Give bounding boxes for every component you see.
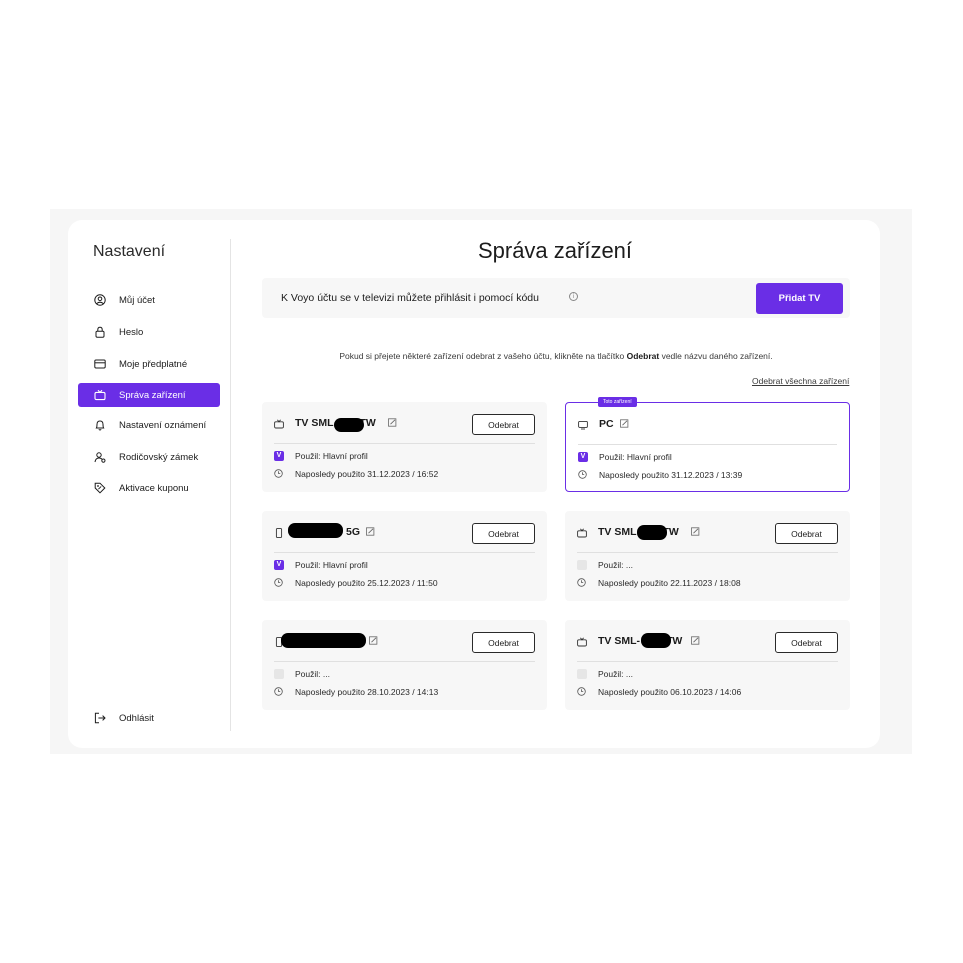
profile-text: Použil: ... xyxy=(295,669,330,679)
profile-text: Použil: Hlavní profil xyxy=(295,560,368,570)
tv-icon xyxy=(577,528,587,538)
card-divider xyxy=(274,661,535,662)
current-device-badge: Toto zařízení xyxy=(598,397,637,407)
clock-icon xyxy=(577,687,586,696)
user-circle-icon xyxy=(94,294,106,306)
sidebar-item-label: Moje předplatné xyxy=(119,358,188,370)
last-used-text: Naposledy použito 31.12.2023 / 13:39 xyxy=(599,470,743,480)
device-card-current: Toto zařízení PC V Použil: Hlavní profil… xyxy=(565,397,850,492)
tv-icon xyxy=(94,389,106,401)
profile-text: Použil: Hlavní profil xyxy=(295,451,368,461)
edit-icon[interactable] xyxy=(691,636,700,645)
device-name: PC xyxy=(599,418,614,430)
card-divider xyxy=(578,444,837,445)
last-used-text: Naposledy použito 22.11.2023 / 18:08 xyxy=(598,578,741,588)
monitor-icon xyxy=(578,420,588,430)
edit-icon[interactable] xyxy=(369,636,378,645)
sidebar-item-label: Rodičovský zámek xyxy=(119,451,199,463)
device-card: 5G Odebrat V Použil: Hlavní profil Napos… xyxy=(262,511,547,601)
sidebar-item-parental-lock[interactable]: Rodičovský zámek xyxy=(78,445,220,469)
clock-icon xyxy=(274,469,283,478)
edit-icon[interactable] xyxy=(620,419,629,428)
tv-icon xyxy=(274,419,284,429)
last-used-text: Naposledy použito 25.12.2023 / 11:50 xyxy=(295,578,438,588)
card-divider xyxy=(274,443,535,444)
sidebar-item-label: Správa zařízení xyxy=(119,389,186,401)
credit-card-icon xyxy=(94,358,106,370)
parental-lock-icon xyxy=(94,451,106,463)
tv-login-info-text: K Voyo účtu se v televizi můžete přihlás… xyxy=(281,292,539,304)
remove-device-button[interactable]: Odebrat xyxy=(472,414,535,435)
sidebar-item-label: Můj účet xyxy=(119,294,155,306)
device-card: Odebrat Použil: ... Naposledy použito 28… xyxy=(262,620,547,710)
remove-hint-text: Pokud si přejete některé zařízení odebra… xyxy=(339,351,773,361)
sidebar-item-password[interactable]: Heslo xyxy=(78,320,220,344)
profile-icon: V xyxy=(274,560,284,570)
logout-button[interactable]: Odhlásit xyxy=(78,706,220,730)
sidebar-item-label: Aktivace kuponu xyxy=(119,482,189,494)
edit-icon[interactable] xyxy=(366,527,375,536)
logout-label: Odhlásit xyxy=(119,712,154,724)
remove-device-button[interactable]: Odebrat xyxy=(775,632,838,653)
clock-icon xyxy=(578,470,587,479)
device-card: TV SML TW Odebrat V Použil: Hlavní profil… xyxy=(262,402,547,492)
profile-icon xyxy=(577,669,587,679)
profile-icon: V xyxy=(578,452,588,462)
sidebar-item-device-management[interactable]: Správa zařízení xyxy=(78,383,220,407)
clock-icon xyxy=(577,578,586,587)
sidebar-item-my-account[interactable]: Můj účet xyxy=(78,288,220,312)
edit-icon[interactable] xyxy=(691,527,700,536)
profile-text: Použil: Hlavní profil xyxy=(599,452,672,462)
remove-device-button[interactable]: Odebrat xyxy=(472,523,535,544)
bell-icon xyxy=(94,419,106,431)
sidebar-divider xyxy=(230,239,231,731)
device-name: 5G xyxy=(346,526,361,538)
profile-text: Použil: ... xyxy=(598,669,633,679)
phone-icon xyxy=(275,528,283,538)
sidebar-item-subscription[interactable]: Moje předplatné xyxy=(78,352,220,376)
logout-icon xyxy=(94,712,106,724)
sidebar-item-coupon[interactable]: Aktivace kuponu xyxy=(78,476,220,500)
sidebar-item-label: Heslo xyxy=(119,326,144,338)
redacted-block xyxy=(334,418,364,432)
coupon-icon xyxy=(94,482,106,494)
page-title: Správa zařízení xyxy=(477,238,633,263)
tv-icon xyxy=(577,637,587,647)
redacted-block xyxy=(637,525,667,540)
profile-icon: V xyxy=(274,451,284,461)
sidebar-title: Nastavení xyxy=(93,243,166,260)
clock-icon xyxy=(274,578,283,587)
card-divider xyxy=(274,552,535,553)
remove-all-devices-link[interactable]: Odebrat všechna zařízení xyxy=(752,376,849,386)
clock-icon xyxy=(274,687,283,696)
profile-icon xyxy=(577,560,587,570)
add-tv-button[interactable]: Přidat TV xyxy=(756,283,843,314)
sidebar-item-label: Nastavení oznámení xyxy=(119,419,207,431)
info-icon[interactable]: i xyxy=(569,292,578,301)
sidebar-item-notifications[interactable]: Nastavení oznámení xyxy=(78,413,220,437)
last-used-text: Naposledy použito 06.10.2023 / 14:06 xyxy=(598,687,742,697)
remove-device-button[interactable]: Odebrat xyxy=(472,632,535,653)
last-used-text: Naposledy použito 31.12.2023 / 16:52 xyxy=(295,469,439,479)
redacted-block xyxy=(281,633,366,648)
remove-device-button[interactable]: Odebrat xyxy=(775,523,838,544)
redacted-block xyxy=(288,523,343,538)
lock-icon xyxy=(94,326,106,338)
redacted-block xyxy=(641,633,671,648)
device-card: TV SML TW Odebrat Použil: ... Naposledy p… xyxy=(565,511,850,601)
edit-icon[interactable] xyxy=(388,418,397,427)
last-used-text: Naposledy použito 28.10.2023 / 14:13 xyxy=(295,687,439,697)
profile-icon xyxy=(274,669,284,679)
device-card: TV SML- TW Odebrat Použil: ... Naposledy … xyxy=(565,620,850,710)
card-divider xyxy=(577,552,838,553)
card-divider xyxy=(577,661,838,662)
profile-text: Použil: ... xyxy=(598,560,633,570)
